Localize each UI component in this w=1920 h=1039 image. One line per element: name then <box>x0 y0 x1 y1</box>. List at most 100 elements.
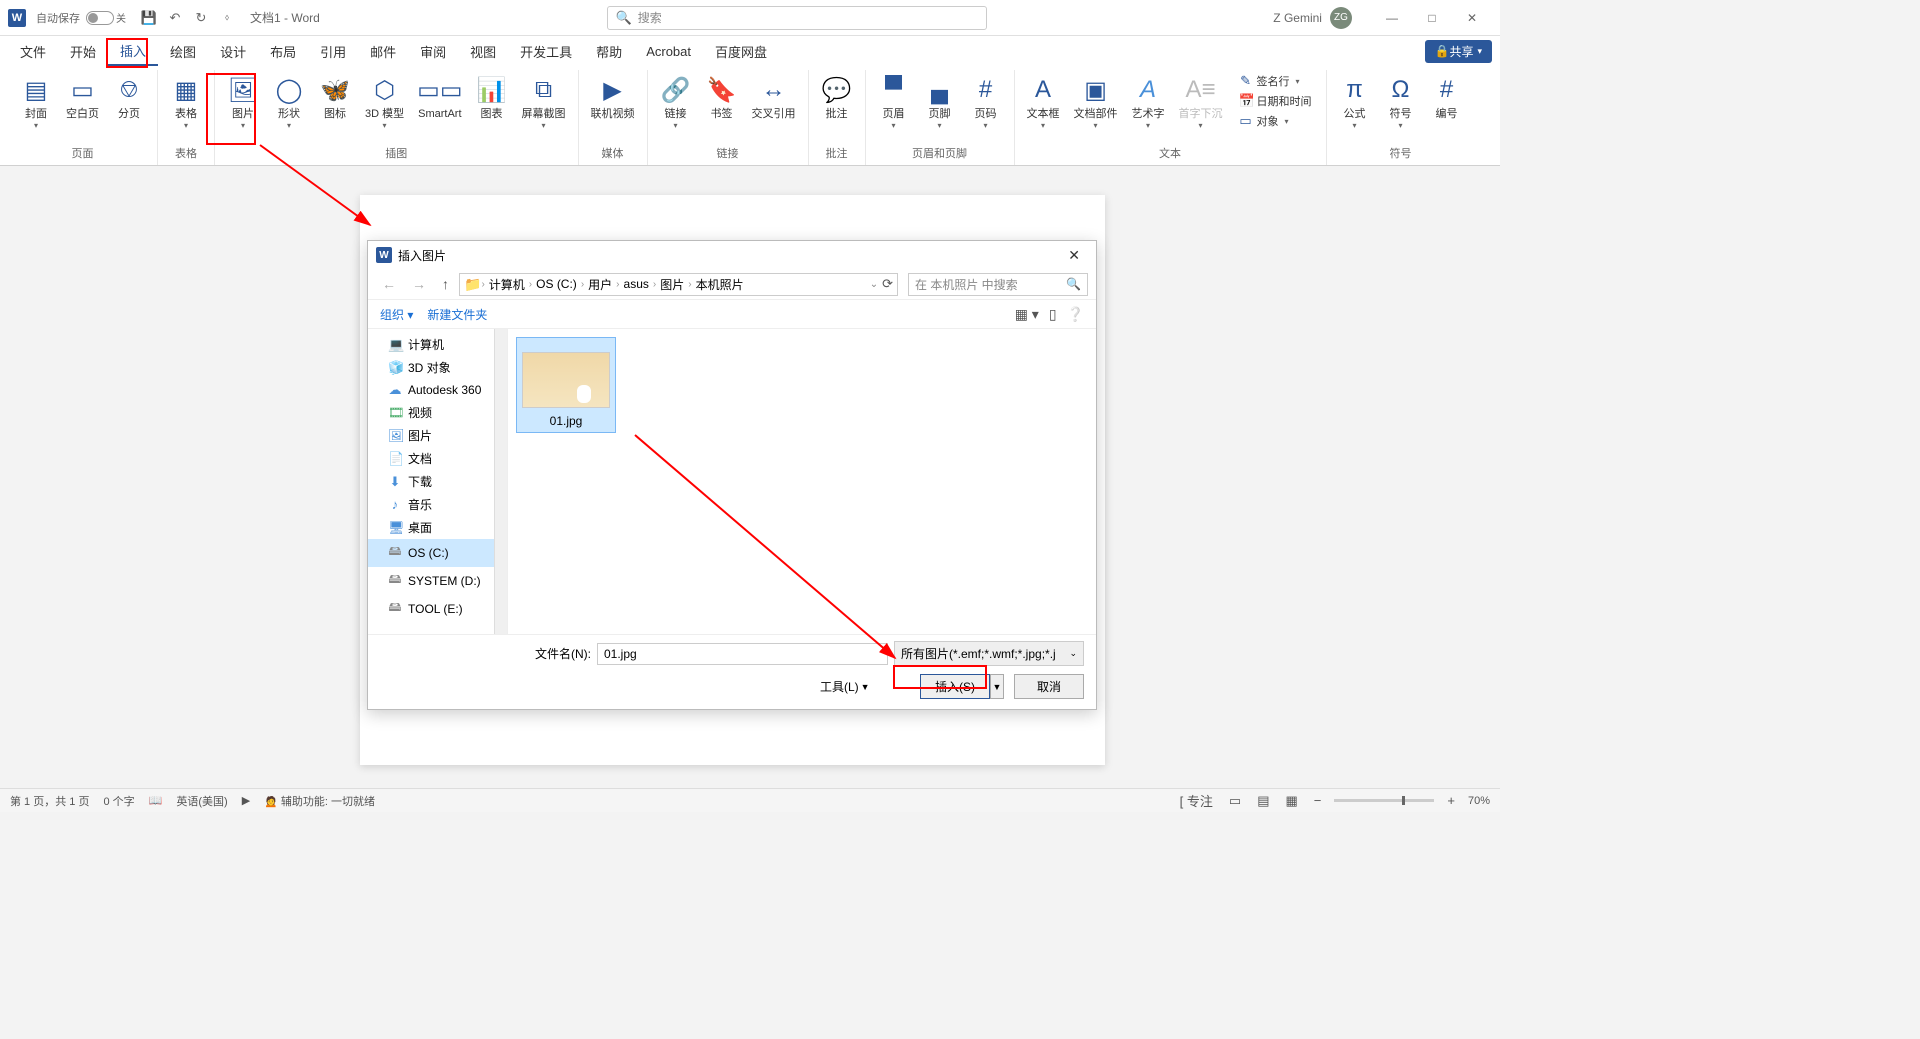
pictures-button[interactable]: 🖼图片▾ <box>221 70 265 134</box>
3dmodel-button[interactable]: ⬡3D 模型▾ <box>359 70 410 134</box>
new-folder-button[interactable]: 新建文件夹 <box>427 306 487 323</box>
accessibility-indicator[interactable]: 🙍 辅助功能: 一切就绪 <box>264 793 375 809</box>
tab-design[interactable]: 设计 <box>208 36 258 66</box>
online-video-button[interactable]: ▶联机视频 <box>585 70 641 125</box>
autosave-toggle[interactable] <box>86 11 114 25</box>
shapes-button[interactable]: ◯形状▾ <box>267 70 311 134</box>
bookmark-button[interactable]: 🔖书签 <box>700 70 744 125</box>
preview-pane-icon[interactable]: ▯ <box>1049 306 1057 323</box>
zoom-in-button[interactable]: + <box>1444 793 1458 808</box>
link-button[interactable]: 🔗链接▾ <box>654 70 698 134</box>
pageno-button[interactable]: #页码▾ <box>964 70 1008 134</box>
tree-item[interactable]: 🧊3D 对象 <box>368 356 507 379</box>
footer-button[interactable]: ▄页脚▾ <box>918 70 962 134</box>
tab-acrobat[interactable]: Acrobat <box>634 36 703 66</box>
tab-review[interactable]: 审阅 <box>408 36 458 66</box>
search-input[interactable]: 🔍 搜索 <box>607 6 987 30</box>
spell-check-icon[interactable]: 📖 <box>149 794 163 807</box>
language-indicator[interactable]: 英语(美国) <box>176 793 227 809</box>
view-mode-icon[interactable]: ▦ ▾ <box>1015 306 1039 323</box>
maximize-button[interactable]: □ <box>1412 4 1452 32</box>
up-icon[interactable]: ↑ <box>436 276 455 292</box>
tree-item[interactable]: 💻计算机 <box>368 333 507 356</box>
tree-item[interactable]: 📄文档 <box>368 447 507 470</box>
tab-devtools[interactable]: 开发工具 <box>508 36 584 66</box>
page-break-button[interactable]: ⎊分页 <box>107 70 151 125</box>
tab-mail[interactable]: 邮件 <box>358 36 408 66</box>
tree-item[interactable]: ⬇下载 <box>368 470 507 493</box>
crumb-5[interactable]: 本机照片 <box>692 276 748 293</box>
tree-item[interactable]: ☁Autodesk 360 <box>368 379 507 401</box>
tree-item[interactable]: 🖴OS (C:) <box>368 539 507 567</box>
dialog-close-button[interactable]: ✕ <box>1060 247 1088 264</box>
tab-baidu[interactable]: 百度网盘 <box>703 36 779 66</box>
tree-item[interactable]: 🎞视频 <box>368 401 507 424</box>
tree-item[interactable]: ♪音乐 <box>368 493 507 516</box>
blank-page-button[interactable]: ▭空白页 <box>60 70 105 125</box>
help-icon[interactable]: ❔ <box>1067 306 1084 323</box>
zoom-slider[interactable] <box>1334 799 1434 802</box>
insert-button[interactable]: 插入(S) <box>920 674 990 699</box>
zoom-level[interactable]: 70% <box>1468 795 1490 807</box>
word-count[interactable]: 0 个字 <box>103 793 134 809</box>
tree-item[interactable]: 🖴SYSTEM (D:) <box>368 567 507 595</box>
tab-file[interactable]: 文件 <box>8 36 58 66</box>
cancel-button[interactable]: 取消 <box>1014 674 1084 699</box>
table-button[interactable]: ▦表格▾ <box>164 70 208 134</box>
tab-draw[interactable]: 绘图 <box>158 36 208 66</box>
save-icon[interactable]: 💾 <box>138 7 160 29</box>
focus-mode-button[interactable]: [ 专注 <box>1177 791 1216 810</box>
number-button[interactable]: #编号 <box>1425 70 1469 125</box>
symbol-button[interactable]: Ω符号▾ <box>1379 70 1423 134</box>
user-name[interactable]: Z Gemini <box>1273 11 1322 25</box>
textbox-button[interactable]: A文本框▾ <box>1021 70 1066 134</box>
crossref-button[interactable]: ↔交叉引用 <box>746 70 802 125</box>
web-layout-icon[interactable]: ▦ <box>1282 793 1300 809</box>
header-button[interactable]: ▀页眉▾ <box>872 70 916 134</box>
filename-input[interactable] <box>597 643 888 665</box>
file-list[interactable]: 01.jpg <box>508 329 1096 634</box>
macro-icon[interactable]: ▶ <box>242 794 250 807</box>
crumb-4[interactable]: 图片 <box>656 276 688 293</box>
avatar[interactable]: ZG <box>1330 7 1352 29</box>
page-indicator[interactable]: 第 1 页，共 1 页 <box>10 793 89 809</box>
crumb-2[interactable]: 用户 <box>584 276 616 293</box>
print-layout-icon[interactable]: ▤ <box>1254 793 1272 809</box>
back-icon[interactable]: ← <box>376 276 402 292</box>
smartart-button[interactable]: ▭▭SmartArt <box>412 70 467 125</box>
close-button[interactable]: ✕ <box>1452 4 1492 32</box>
tree-item[interactable]: 🖼图片 <box>368 424 507 447</box>
minimize-button[interactable]: — <box>1372 4 1412 32</box>
cover-page-button[interactable]: ▤封面▾ <box>14 70 58 134</box>
crumb-1[interactable]: OS (C:) <box>532 277 581 291</box>
tab-references[interactable]: 引用 <box>308 36 358 66</box>
folder-tree[interactable]: 💻计算机🧊3D 对象☁Autodesk 360🎞视频🖼图片📄文档⬇下载♪音乐🖥桌… <box>368 329 508 634</box>
crumb-3[interactable]: asus <box>620 277 653 291</box>
dialog-search-input[interactable]: 在 本机照片 中搜索 🔍 <box>908 273 1088 296</box>
tab-layout[interactable]: 布局 <box>258 36 308 66</box>
share-button[interactable]: 🔒 共享▾ <box>1425 40 1493 63</box>
insert-split-button[interactable]: ▼ <box>990 674 1004 699</box>
forward-icon[interactable]: → <box>406 276 432 292</box>
dropcap-button[interactable]: A≡首字下沉▾ <box>1173 70 1229 134</box>
read-mode-icon[interactable]: ▭ <box>1226 793 1244 809</box>
breadcrumb[interactable]: 📁 › 计算机› OS (C:)› 用户› asus› 图片› 本机照片 ⌄ ⟳ <box>459 273 898 296</box>
object-button[interactable]: ▭对象▾ <box>1235 112 1316 130</box>
wordart-button[interactable]: A艺术字▾ <box>1126 70 1171 134</box>
equation-button[interactable]: π公式▾ <box>1333 70 1377 134</box>
zoom-out-button[interactable]: − <box>1311 793 1325 808</box>
tree-item[interactable]: 🖴TOOL (E:) <box>368 595 507 623</box>
datetime-button[interactable]: 📅日期和时间 <box>1235 92 1316 110</box>
screenshot-button[interactable]: ⧉屏幕截图▾ <box>516 70 572 134</box>
qat-dropdown-icon[interactable]: ⬨ <box>216 7 238 29</box>
tab-view[interactable]: 视图 <box>458 36 508 66</box>
organize-button[interactable]: 组织 ▾ <box>380 306 413 323</box>
chart-button[interactable]: 📊图表 <box>470 70 514 125</box>
tab-help[interactable]: 帮助 <box>584 36 634 66</box>
comment-button[interactable]: 💬批注 <box>815 70 859 125</box>
tab-insert[interactable]: 插入 <box>108 36 158 66</box>
undo-icon[interactable]: ↶ <box>164 7 186 29</box>
icons-button[interactable]: 🦋图标 <box>313 70 357 125</box>
crumb-0[interactable]: 计算机 <box>485 276 529 293</box>
redo-icon[interactable]: ↻ <box>190 7 212 29</box>
